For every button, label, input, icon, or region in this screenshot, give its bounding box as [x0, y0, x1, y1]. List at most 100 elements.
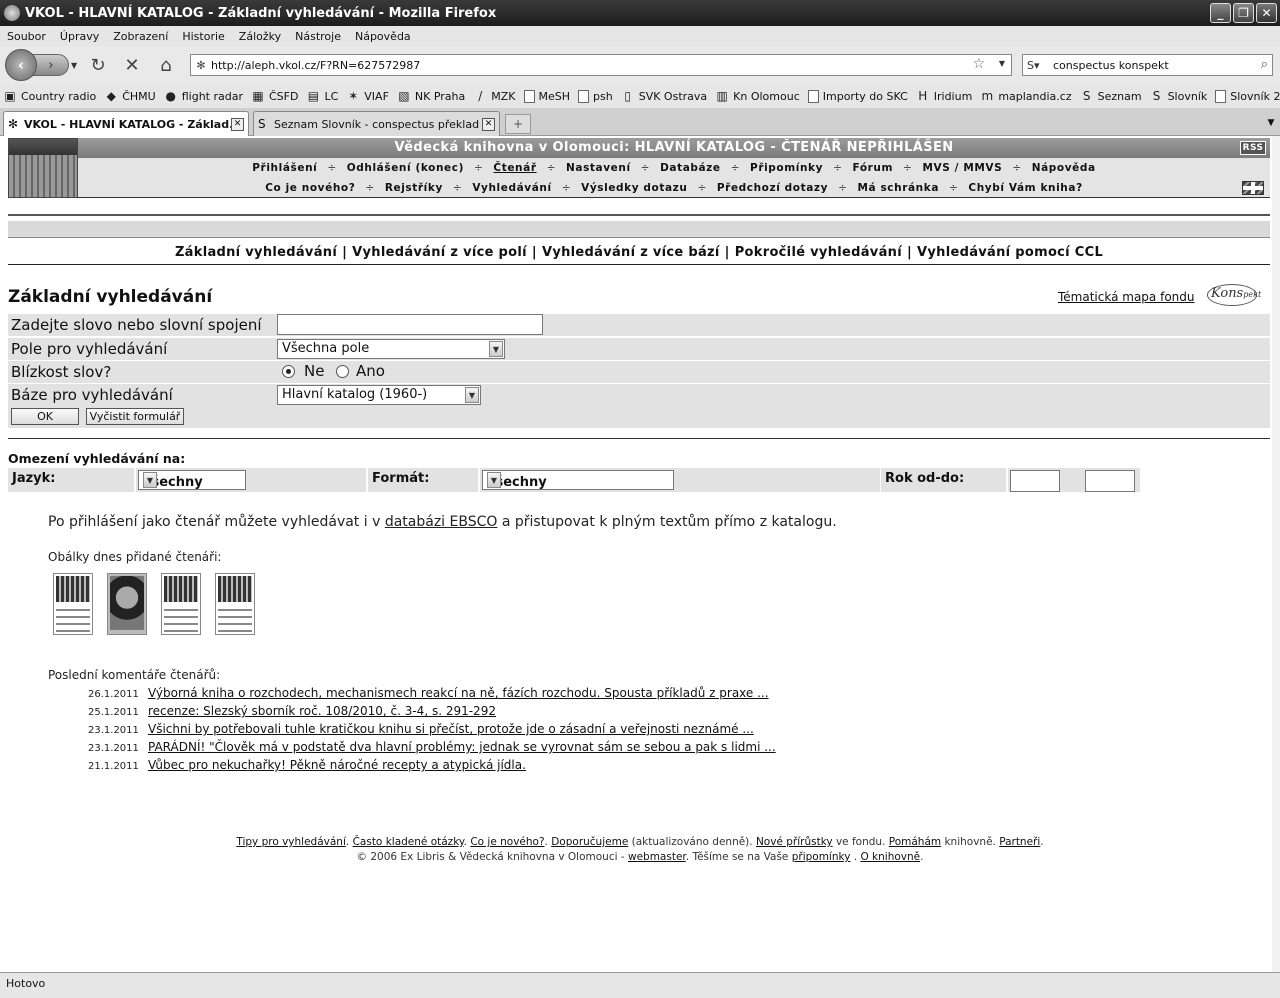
menu-upravy[interactable]: Úpravy: [53, 30, 106, 43]
footer-link[interactable]: Pomáhám: [889, 836, 941, 848]
footer-link[interactable]: připomínky: [792, 851, 851, 863]
bookmark-item[interactable]: S Seznam: [1077, 89, 1147, 103]
close-tab-icon[interactable]: ✕: [231, 117, 244, 131]
footer-link[interactable]: Doporučujeme: [551, 836, 628, 848]
new-tab-button[interactable]: +: [505, 114, 531, 134]
footer-link[interactable]: Partneři: [999, 836, 1040, 848]
year-to-input[interactable]: [1085, 470, 1135, 492]
bookmark-item[interactable]: ▯ SVK Ostrava: [618, 89, 712, 103]
book-cover-thumbnail[interactable]: [53, 573, 93, 635]
main-nav-item-5[interactable]: Připomínky: [749, 162, 824, 174]
site-identity-icon[interactable]: ✻: [191, 59, 211, 72]
menu-zobrazeni[interactable]: Zobrazení: [106, 30, 175, 43]
footer-link[interactable]: Nové přírůstky: [756, 836, 833, 848]
search-type-link[interactable]: Základní vyhledávání: [175, 245, 337, 260]
main-nav-item-1[interactable]: Odhlášení (konec): [346, 162, 465, 174]
bookmark-item[interactable]: ● flight radar: [161, 89, 248, 103]
bookmark-item[interactable]: MeSH: [521, 89, 576, 103]
search-icon[interactable]: ⌕: [1261, 57, 1268, 72]
vertical-scrollbar[interactable]: [1272, 136, 1280, 972]
close-tab-icon[interactable]: ✕: [482, 117, 495, 131]
sub-nav-item-2[interactable]: Vyhledávání: [471, 182, 552, 194]
bookmark-item[interactable]: Slovník 2: [1212, 89, 1280, 103]
ebsco-link[interactable]: databázi EBSCO: [385, 514, 498, 530]
proximity-no-radio[interactable]: [282, 365, 295, 378]
comment-link[interactable]: Všichni by potřebovali tuhle kratičkou k…: [148, 722, 754, 736]
bookmark-item[interactable]: H Iridium: [913, 89, 978, 103]
main-nav-item-2[interactable]: Čtenář: [492, 162, 537, 174]
bookmark-item[interactable]: Importy do SKC: [805, 89, 913, 103]
url-dropdown-icon[interactable]: ▼: [999, 59, 1005, 68]
menu-soubor[interactable]: Soubor: [0, 30, 53, 43]
bookmark-item[interactable]: / MZK: [470, 89, 520, 103]
search-type-link[interactable]: Vyhledávání z více polí: [352, 245, 527, 260]
book-cover-thumbnail[interactable]: [161, 573, 201, 635]
reload-icon[interactable]: ↻: [86, 54, 110, 76]
field-select[interactable]: Všechna pole ▼: [277, 339, 505, 359]
bookmark-item[interactable]: ▧ NK Praha: [394, 89, 470, 103]
bookmark-item[interactable]: ▤ LC: [303, 89, 343, 103]
main-nav-item-6[interactable]: Fórum: [851, 162, 894, 174]
footer-link[interactable]: O knihovně: [860, 851, 920, 863]
footer-link[interactable]: Tipy pro vyhledávání: [236, 836, 346, 848]
main-nav-item-7[interactable]: MVS / MMVS: [921, 162, 1003, 174]
back-button[interactable]: ‹: [5, 49, 37, 81]
bookmark-item[interactable]: m maplandia.cz: [977, 89, 1076, 103]
comment-link[interactable]: Výborná kniha o rozchodech, mechanismech…: [148, 686, 769, 700]
bookmark-item[interactable]: ▦ ČSFD: [248, 89, 303, 103]
sub-nav-item-6[interactable]: Chybí Vám kniha?: [967, 182, 1083, 194]
history-dropdown-icon[interactable]: ▼: [71, 61, 77, 70]
sub-nav-item-0[interactable]: Co je nového?: [264, 182, 356, 194]
menu-historie[interactable]: Historie: [175, 30, 231, 43]
search-type-link[interactable]: Vyhledávání z více bází: [542, 245, 720, 260]
book-cover-thumbnail[interactable]: [107, 573, 147, 635]
sub-nav-item-3[interactable]: Výsledky dotazu: [580, 182, 688, 194]
search-engine-icon[interactable]: S▾: [1023, 59, 1053, 72]
maximize-button[interactable]: ❐: [1233, 3, 1254, 23]
search-type-link[interactable]: Pokročilé vyhledávání: [735, 245, 902, 260]
bookmark-item[interactable]: ▣ Country radio: [0, 89, 101, 103]
book-cover-thumbnail[interactable]: [215, 573, 255, 635]
ok-button[interactable]: OK: [11, 408, 79, 425]
sub-nav-item-1[interactable]: Rejstříky: [384, 182, 444, 194]
bookmark-star-icon[interactable]: ☆: [972, 56, 985, 72]
menu-nastroje[interactable]: Nástroje: [288, 30, 348, 43]
home-icon[interactable]: ⌂: [154, 54, 178, 76]
query-input[interactable]: [277, 314, 543, 335]
bookmark-item[interactable]: ◆ ČHMU: [101, 89, 161, 103]
stop-icon[interactable]: ✕: [120, 54, 144, 76]
base-select[interactable]: Hlavní katalog (1960-) ▼: [277, 385, 481, 405]
footer-link[interactable]: Často kladené otázky: [353, 836, 464, 848]
library-building-logo[interactable]: [8, 138, 78, 198]
forward-button[interactable]: ›: [33, 54, 69, 76]
sub-nav-item-4[interactable]: Předchozí dotazy: [716, 182, 829, 194]
close-window-button[interactable]: ✕: [1256, 3, 1277, 23]
main-nav-item-8[interactable]: Nápověda: [1031, 162, 1097, 174]
year-from-input[interactable]: [1010, 470, 1060, 492]
sub-nav-item-5[interactable]: Má schránka: [856, 182, 940, 194]
language-select[interactable]: všechny ▼: [138, 470, 246, 490]
comment-link[interactable]: Vůbec pro nekuchařky! Pěkně náročné rece…: [148, 758, 526, 772]
url-bar[interactable]: ✻ http://aleph.vkol.cz/F?RN=627572987 ☆ …: [190, 54, 1012, 76]
thematic-map-link[interactable]: Tématická mapa fondu: [1058, 290, 1194, 304]
bookmark-item[interactable]: psh: [575, 89, 618, 103]
search-type-link[interactable]: Vyhledávání pomocí CCL: [917, 245, 1103, 260]
comment-link[interactable]: recenze: Slezský sborník roč. 108/2010, …: [148, 704, 496, 718]
proximity-yes-radio[interactable]: [336, 365, 349, 378]
minimize-button[interactable]: _: [1210, 3, 1231, 23]
bookmark-item[interactable]: ✶ VIAF: [343, 89, 394, 103]
menu-napoveda[interactable]: Nápověda: [348, 30, 418, 43]
bookmark-item[interactable]: ▥ Kn Olomouc: [712, 89, 805, 103]
english-flag-icon[interactable]: [1242, 181, 1264, 195]
format-select[interactable]: všechny ▼: [482, 470, 674, 490]
menu-zalozky[interactable]: Záložky: [232, 30, 288, 43]
comment-link[interactable]: PARÁDNÍ! "Člověk má v podstatě dva hlavn…: [148, 740, 776, 754]
rss-icon[interactable]: RSS: [1240, 141, 1266, 155]
bookmark-item[interactable]: S Slovník: [1147, 89, 1213, 103]
footer-link[interactable]: webmaster: [628, 851, 686, 863]
main-nav-item-4[interactable]: Databáze: [659, 162, 722, 174]
tab-vkol[interactable]: ✻ VKOL - HLAVNÍ KATALOG - Základ... ✕: [3, 111, 249, 136]
footer-link[interactable]: Co je nového?: [470, 836, 544, 848]
tab-list-dropdown-icon[interactable]: ▼: [1264, 114, 1278, 132]
konspekt-logo[interactable]: Konspekt: [1205, 282, 1261, 310]
